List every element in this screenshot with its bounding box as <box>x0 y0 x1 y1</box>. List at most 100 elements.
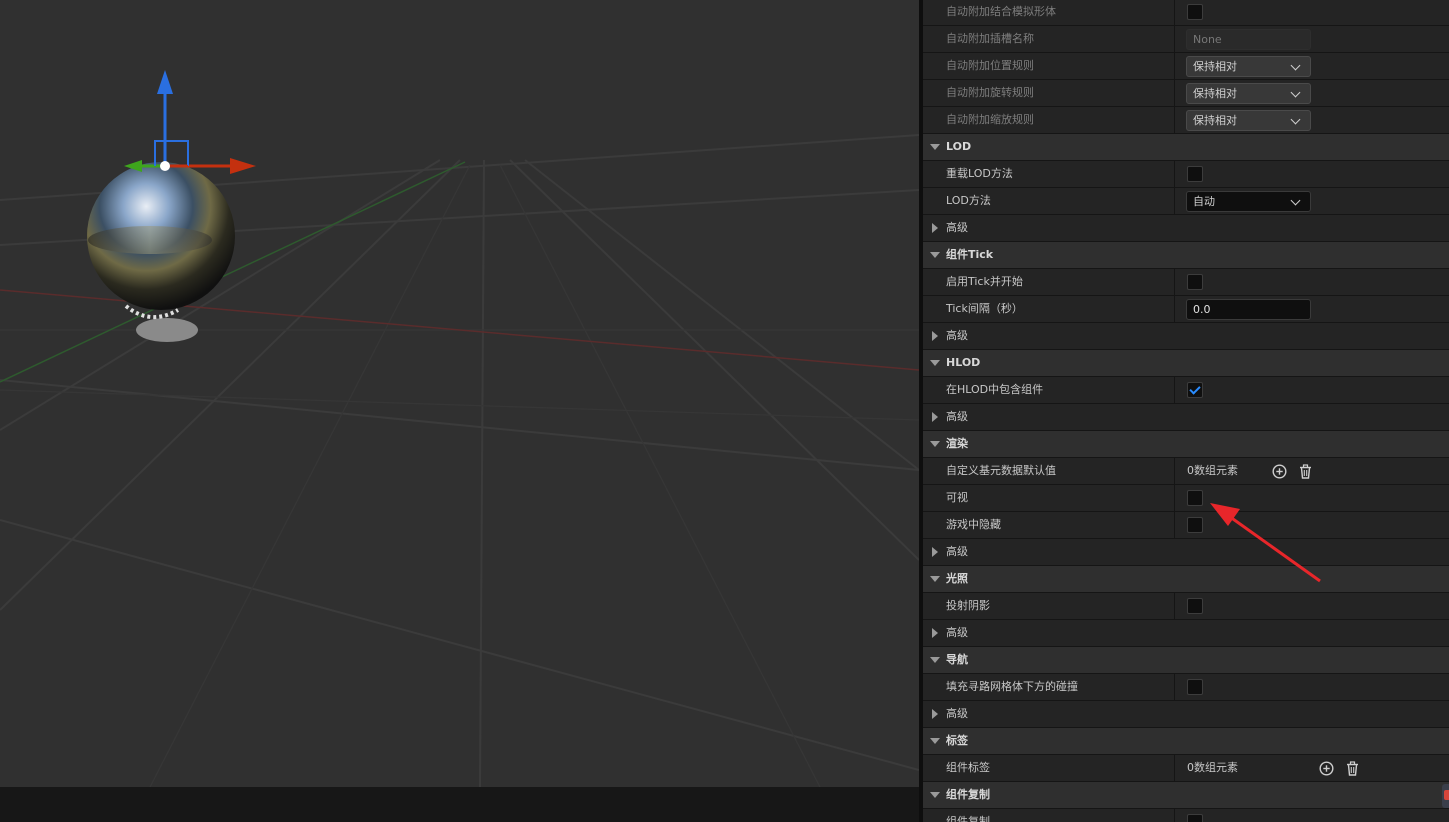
section-label: 渲染 <box>946 437 968 450</box>
sphere-actor[interactable] <box>0 0 280 360</box>
chevron-right-icon[interactable] <box>932 709 938 719</box>
column-divider[interactable] <box>1174 377 1175 403</box>
column-divider[interactable] <box>1174 809 1175 822</box>
column-divider[interactable] <box>1174 107 1175 133</box>
dropdown-value: 保持相对 <box>1193 114 1237 127</box>
chevron-down-icon[interactable] <box>930 792 940 798</box>
category-header[interactable]: 光照 <box>923 566 1449 593</box>
column-divider[interactable] <box>1174 755 1175 781</box>
property-textbox[interactable]: 0.0 <box>1186 299 1311 320</box>
trash-icon[interactable] <box>1345 761 1360 776</box>
chevron-down-icon[interactable] <box>930 441 940 447</box>
property-dropdown[interactable]: 保持相对 <box>1186 110 1311 131</box>
property-label: 重载LOD方法 <box>946 167 1013 180</box>
property-row: 填充寻路网格体下方的碰撞 <box>923 674 1449 701</box>
chevron-right-icon[interactable] <box>932 547 938 557</box>
column-divider[interactable] <box>1174 0 1175 25</box>
section-label: 高级 <box>946 626 968 639</box>
section-label: 导航 <box>946 653 968 666</box>
viewport-bottom-bar <box>0 787 919 822</box>
chevron-down-icon[interactable] <box>930 576 940 582</box>
chevron-down-icon[interactable] <box>930 738 940 744</box>
category-header[interactable]: HLOD <box>923 350 1449 377</box>
property-checkbox[interactable] <box>1187 4 1203 20</box>
column-divider[interactable] <box>1174 188 1175 214</box>
plus-circle-icon[interactable] <box>1272 464 1287 479</box>
chevron-down-icon[interactable] <box>930 360 940 366</box>
section-label: 高级 <box>946 329 968 342</box>
column-divider[interactable] <box>1174 512 1175 538</box>
property-label: 游戏中隐藏 <box>946 518 1001 531</box>
chevron-right-icon[interactable] <box>932 223 938 233</box>
category-header[interactable]: LOD <box>923 134 1449 161</box>
chevron-down-icon <box>1290 195 1301 206</box>
property-checkbox[interactable] <box>1187 517 1203 533</box>
property-label: 自动附加插槽名称 <box>946 32 1034 45</box>
property-checkbox[interactable] <box>1187 490 1203 506</box>
property-row: 组件复制 <box>923 809 1449 822</box>
advanced-toggle[interactable]: 高级 <box>923 539 1449 566</box>
property-label: LOD方法 <box>946 194 991 207</box>
category-header[interactable]: 组件复制 <box>923 782 1449 809</box>
property-row: 自动附加位置规则 保持相对 <box>923 53 1449 80</box>
advanced-toggle[interactable]: 高级 <box>923 323 1449 350</box>
column-divider[interactable] <box>1174 485 1175 511</box>
property-checkbox[interactable] <box>1187 274 1203 290</box>
category-header[interactable]: 标签 <box>923 728 1449 755</box>
array-count: 0数组元素 <box>1187 464 1238 477</box>
section-label: 组件Tick <box>946 248 994 261</box>
property-row: 投射阴影 <box>923 593 1449 620</box>
dropdown-value: 保持相对 <box>1193 60 1237 73</box>
property-label: 组件标签 <box>946 761 990 774</box>
property-label: 启用Tick并开始 <box>946 275 1023 288</box>
property-dropdown[interactable]: 保持相对 <box>1186 56 1311 77</box>
details-panel: 自动附加结合模拟形体 自动附加插槽名称 None 自动附加位置规则 保持相对 自动附加旋转… <box>923 0 1449 822</box>
property-checkbox[interactable] <box>1187 382 1203 398</box>
corner-badge <box>1442 784 1449 808</box>
section-label: HLOD <box>946 356 981 369</box>
chevron-down-icon[interactable] <box>930 657 940 663</box>
property-checkbox[interactable] <box>1187 166 1203 182</box>
array-count: 0数组元素 <box>1187 761 1238 774</box>
section-label: 高级 <box>946 707 968 720</box>
chevron-down-icon[interactable] <box>930 144 940 150</box>
chevron-down-icon[interactable] <box>930 252 940 258</box>
level-viewport[interactable] <box>0 0 919 787</box>
property-label: 自动附加旋转规则 <box>946 86 1034 99</box>
column-divider[interactable] <box>1174 458 1175 484</box>
chevron-down-icon <box>1290 114 1301 125</box>
dropdown-value: 保持相对 <box>1193 87 1237 100</box>
chevron-right-icon[interactable] <box>932 412 938 422</box>
column-divider[interactable] <box>1174 161 1175 187</box>
advanced-toggle[interactable]: 高级 <box>923 620 1449 647</box>
trash-icon[interactable] <box>1298 464 1313 479</box>
property-label: 自动附加结合模拟形体 <box>946 5 1056 18</box>
property-checkbox[interactable] <box>1187 679 1203 695</box>
column-divider[interactable] <box>1174 269 1175 295</box>
property-label: 自动附加位置规则 <box>946 59 1034 72</box>
category-header[interactable]: 组件Tick <box>923 242 1449 269</box>
category-header[interactable]: 渲染 <box>923 431 1449 458</box>
property-row: 在HLOD中包含组件 <box>923 377 1449 404</box>
chevron-right-icon[interactable] <box>932 331 938 341</box>
column-divider[interactable] <box>1174 593 1175 619</box>
column-divider[interactable] <box>1174 80 1175 106</box>
property-checkbox[interactable] <box>1187 814 1203 822</box>
property-dropdown[interactable]: 自动 <box>1186 191 1311 212</box>
advanced-toggle[interactable]: 高级 <box>923 701 1449 728</box>
property-checkbox[interactable] <box>1187 598 1203 614</box>
chevron-right-icon[interactable] <box>932 628 938 638</box>
property-row: 自动附加插槽名称 None <box>923 26 1449 53</box>
property-row: 自动附加缩放规则 保持相对 <box>923 107 1449 134</box>
property-dropdown[interactable]: 保持相对 <box>1186 83 1311 104</box>
gizmo-pivot <box>160 161 170 171</box>
column-divider[interactable] <box>1174 674 1175 700</box>
advanced-toggle[interactable]: 高级 <box>923 404 1449 431</box>
advanced-toggle[interactable]: 高级 <box>923 215 1449 242</box>
category-header[interactable]: 导航 <box>923 647 1449 674</box>
column-divider[interactable] <box>1174 296 1175 322</box>
column-divider[interactable] <box>1174 26 1175 52</box>
plus-circle-icon[interactable] <box>1319 761 1334 776</box>
property-row: 自动附加结合模拟形体 <box>923 0 1449 26</box>
column-divider[interactable] <box>1174 53 1175 79</box>
